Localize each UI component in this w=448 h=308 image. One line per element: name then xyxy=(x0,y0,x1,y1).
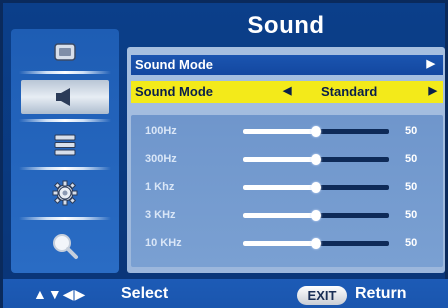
eq-row-10khz[interactable]: 10 KHz 50 xyxy=(131,231,443,257)
chevron-right-icon: ▶ xyxy=(426,58,435,70)
eq-band-value: 50 xyxy=(405,125,418,137)
eq-slider-track[interactable] xyxy=(243,210,389,221)
eq-row-1khz[interactable]: 1 Khz 50 xyxy=(131,175,443,201)
nav-arrows-icon: ▲▼◀▶ xyxy=(33,286,87,302)
select-hint: Select xyxy=(121,285,169,302)
eq-band-label: 300Hz xyxy=(145,153,177,165)
eq-slider-track[interactable] xyxy=(243,154,389,165)
gear-icon xyxy=(52,180,78,206)
picture-icon xyxy=(54,43,76,61)
return-hint: Return xyxy=(355,285,407,302)
eq-band-label: 3 KHz xyxy=(145,209,176,221)
eq-slider-knob[interactable] xyxy=(311,126,321,137)
arrow-left-icon[interactable]: ◀ xyxy=(283,84,291,97)
speaker-icon xyxy=(56,88,70,106)
sidebar-divider xyxy=(19,217,111,220)
footer-bar: ▲▼◀▶ Select EXIT Return xyxy=(3,279,448,308)
setup-icon xyxy=(54,134,76,156)
eq-band-value: 50 xyxy=(405,237,418,249)
eq-band-value: 50 xyxy=(405,209,418,221)
eq-slider-track[interactable] xyxy=(243,126,389,137)
eq-band-value: 50 xyxy=(405,153,418,165)
menu-row-label: Sound Mode xyxy=(135,57,213,72)
eq-slider-knob[interactable] xyxy=(311,238,321,249)
sidebar-item-setup[interactable] xyxy=(21,128,109,162)
eq-band-value: 50 xyxy=(405,181,418,193)
eq-slider-knob[interactable] xyxy=(311,154,321,165)
eq-slider-track[interactable] xyxy=(243,238,389,249)
sidebar-item-options[interactable] xyxy=(21,176,109,210)
eq-slider-fill xyxy=(243,213,316,218)
sidebar-item-search[interactable] xyxy=(21,229,109,263)
sidebar xyxy=(11,29,119,273)
eq-slider-fill xyxy=(243,157,316,162)
sound-mode-selector[interactable]: Sound Mode ◀ Standard ▶ xyxy=(131,81,443,103)
eq-band-label: 1 Khz xyxy=(145,181,175,193)
menu-row-sound-mode[interactable]: Sound Mode ▶ xyxy=(131,55,443,75)
sidebar-divider xyxy=(19,167,111,170)
eq-slider-knob[interactable] xyxy=(311,182,321,193)
sidebar-divider xyxy=(19,119,111,122)
magnifier-icon xyxy=(53,234,78,259)
page-title: Sound xyxy=(247,12,325,39)
exit-button[interactable]: EXIT xyxy=(297,286,347,305)
equalizer-panel: 100Hz 50 300Hz 50 1 Khz 50 3 KHz 50 10 K… xyxy=(131,115,443,267)
eq-band-label: 100Hz xyxy=(145,125,177,137)
sidebar-divider xyxy=(19,71,111,74)
tv-menu-frame: Sound Sound Mode ▶ Sound Mode ◀ Standard… xyxy=(0,0,448,308)
sidebar-item-picture[interactable] xyxy=(21,35,109,69)
selector-value: Standard xyxy=(321,84,378,99)
eq-row-100hz[interactable]: 100Hz 50 xyxy=(131,119,443,145)
eq-slider-fill xyxy=(243,241,316,246)
eq-slider-track[interactable] xyxy=(243,182,389,193)
eq-slider-knob[interactable] xyxy=(311,210,321,221)
arrow-right-icon[interactable]: ▶ xyxy=(429,84,437,97)
eq-slider-fill xyxy=(243,129,316,134)
selector-label: Sound Mode xyxy=(135,84,213,99)
eq-row-300hz[interactable]: 300Hz 50 xyxy=(131,147,443,173)
eq-row-3khz[interactable]: 3 KHz 50 xyxy=(131,203,443,229)
eq-slider-fill xyxy=(243,185,316,190)
sidebar-item-sound[interactable] xyxy=(21,80,109,114)
eq-band-label: 10 KHz xyxy=(145,237,182,249)
